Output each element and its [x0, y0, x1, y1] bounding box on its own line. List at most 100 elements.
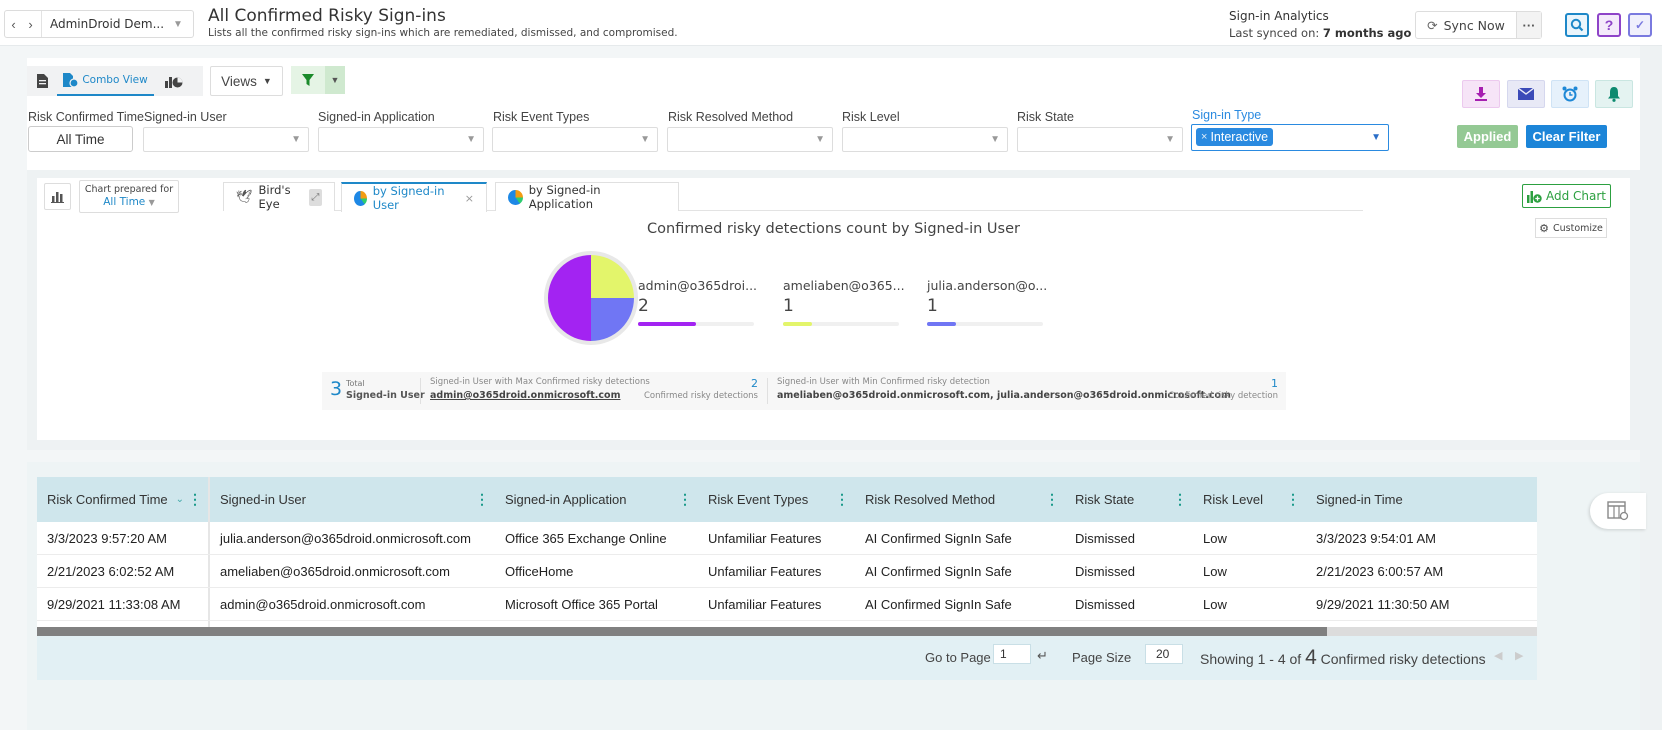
bird-icon: 🕊 [236, 189, 253, 205]
signed-in-application-select[interactable]: ▼ [318, 127, 484, 152]
column-header[interactable]: Signed-in Application ⋮ [495, 477, 698, 522]
table-row[interactable]: 2/21/2023 6:02:52 AM ameliaben@o365droid.… [37, 555, 1537, 588]
column-header-label: Risk State [1075, 492, 1135, 507]
tenant-selector[interactable]: AdminDroid Dem... [42, 17, 173, 31]
grid-header: Risk Confirmed Time ⌄ ⋮ Signed-in User ⋮ Sign… [37, 477, 1537, 522]
forward-button[interactable]: › [22, 17, 39, 32]
chart-tab-birds-eye[interactable]: 🕊 Bird's Eye ⤢ [223, 182, 335, 211]
horizontal-scrollbar[interactable] [37, 627, 1537, 636]
tab-combo-view[interactable]: Combo View [57, 66, 154, 96]
column-header[interactable]: Risk Level ⋮ [1193, 477, 1306, 522]
min-user-label: Signed-in User with Min Confirmed risky … [777, 377, 990, 387]
add-chart-button[interactable]: Add Chart [1522, 184, 1611, 208]
chevron-down-icon: ▼ [640, 134, 650, 145]
applied-button[interactable]: Applied [1457, 125, 1518, 148]
tag-label: Interactive [1210, 130, 1269, 144]
clear-filter-button[interactable]: Clear Filter [1526, 125, 1607, 148]
column-menu-icon[interactable]: ⋮ [678, 491, 692, 508]
column-menu-icon[interactable]: ⋮ [835, 491, 849, 508]
chart-tab-by-signed-in-application[interactable]: by Signed-in Application [495, 182, 679, 211]
scrollbar-thumb[interactable] [37, 627, 1327, 636]
showing-suffix: Confirmed risky detections [1320, 651, 1486, 667]
views-dropdown[interactable]: Views ▼ [210, 66, 283, 96]
chart-period-selector[interactable]: Chart prepared for All Time ▼ [79, 180, 179, 213]
filter-dropdown-caret[interactable]: ▼ [325, 66, 345, 94]
column-menu-icon[interactable]: ⋮ [475, 491, 489, 508]
pie-chart-icon [508, 189, 523, 205]
column-header[interactable]: Risk Resolved Method ⋮ [855, 477, 1065, 522]
filter-icon[interactable] [291, 66, 325, 94]
column-header[interactable]: Risk State ⋮ [1065, 477, 1193, 522]
legend-value: 1 [927, 296, 938, 316]
chart-view-icon [165, 77, 183, 88]
chart-type-button[interactable] [44, 183, 71, 210]
checklist-button[interactable]: ✓ [1628, 13, 1652, 37]
sync-now-button[interactable]: ⟳ Sync Now [1416, 12, 1516, 38]
table-row[interactable]: 9/29/2021 11:33:08 AM admin@o365droid.onm… [37, 588, 1537, 621]
page-size-input[interactable]: 20 [1145, 644, 1183, 664]
filter-label-risk-state: Risk State [1017, 110, 1074, 124]
max-user-link[interactable]: admin@o365droid.onmicrosoft.com [430, 390, 620, 401]
help-button[interactable]: ? [1597, 13, 1621, 37]
chart-tab-by-signed-in-user[interactable]: by Signed-in User × [341, 182, 487, 212]
column-settings-button[interactable] [1590, 493, 1646, 529]
add-chart-label: Add Chart [1545, 189, 1607, 203]
chart-tab-label: Bird's Eye [258, 183, 291, 211]
signed-in-user-select[interactable]: ▼ [143, 127, 309, 152]
table-cell: julia.anderson@o365droid.onmicrosoft.com [220, 530, 471, 546]
column-header[interactable]: Risk Confirmed Time ⌄ ⋮ [37, 477, 210, 522]
column-header-label: Signed-in Application [505, 492, 627, 507]
search-button[interactable] [1565, 13, 1589, 37]
tab-report-view[interactable] [27, 66, 57, 96]
table-cell: 9/29/2021 11:30:50 AM [1316, 596, 1450, 612]
column-menu-icon[interactable]: ⋮ [188, 491, 202, 508]
enter-icon[interactable]: ↵ [1037, 648, 1048, 664]
more-options-button[interactable]: ··· [1516, 12, 1541, 38]
column-menu-icon[interactable]: ⋮ [1045, 491, 1059, 508]
table-settings-icon [1607, 501, 1629, 521]
schedule-button[interactable] [1551, 80, 1589, 108]
column-header[interactable]: Risk Event Types ⋮ [698, 477, 855, 522]
table-cell: Unfamiliar Features [708, 563, 822, 579]
export-button[interactable] [1462, 80, 1500, 108]
caret-down-icon: ▼ [262, 76, 272, 86]
next-page-button[interactable]: ▶ [1515, 649, 1523, 662]
risk-event-types-select[interactable]: ▼ [492, 127, 658, 152]
pie-slice-2[interactable] [591, 255, 634, 298]
sort-desc-icon[interactable]: ⌄ [176, 494, 184, 505]
column-menu-icon[interactable]: ⋮ [1173, 491, 1187, 508]
chart-tab-label: by Signed-in Application [528, 183, 601, 211]
pie-slice-1[interactable] [548, 255, 591, 341]
sign-in-type-select[interactable]: × Interactive ▼ [1191, 124, 1389, 151]
bar-chart-icon [51, 192, 64, 203]
risk-confirmed-time-select[interactable]: All Time [28, 126, 133, 152]
back-button[interactable]: ‹ [5, 17, 22, 32]
legend-item[interactable]: ameliaben@o365... 1 [783, 278, 905, 326]
column-header[interactable]: Signed-in Time [1306, 477, 1537, 522]
email-button[interactable] [1507, 80, 1545, 108]
chevron-down-icon: ▼ [815, 134, 825, 145]
page-number-input[interactable]: 1 [993, 644, 1031, 664]
prev-page-button[interactable]: ◀ [1494, 649, 1502, 662]
expand-icon[interactable]: ⤢ [308, 188, 322, 206]
table-row[interactable]: 3/3/2023 9:57:20 AM julia.anderson@o365dr… [37, 522, 1537, 555]
legend-item[interactable]: admin@o365droi... 2 [638, 278, 757, 326]
table-cell: 2/21/2023 6:00:57 AM [1316, 563, 1444, 579]
filter-label-sign-in-type: Sign-in Type [1192, 108, 1262, 122]
risk-state-select[interactable]: ▼ [1017, 127, 1183, 152]
bell-icon [1608, 87, 1620, 102]
close-tab-icon[interactable]: × [465, 192, 474, 205]
pie-slice-3[interactable] [591, 298, 634, 341]
legend-item[interactable]: julia.anderson@o... 1 [927, 278, 1047, 326]
views-label: Views [221, 73, 257, 89]
column-menu-icon[interactable]: ⋮ [1286, 491, 1300, 508]
risk-level-select[interactable]: ▼ [842, 127, 1008, 152]
tab-chart-view[interactable] [154, 66, 194, 96]
remove-tag-button[interactable]: × [1201, 131, 1207, 143]
column-header[interactable]: Signed-in User ⋮ [210, 477, 495, 522]
chevron-down-icon[interactable]: ▼ [173, 19, 193, 30]
alert-button[interactable] [1595, 80, 1633, 108]
risk-resolved-method-select[interactable]: ▼ [667, 127, 833, 152]
document-icon [36, 74, 48, 88]
filter-toggle[interactable]: ▼ [291, 66, 345, 94]
